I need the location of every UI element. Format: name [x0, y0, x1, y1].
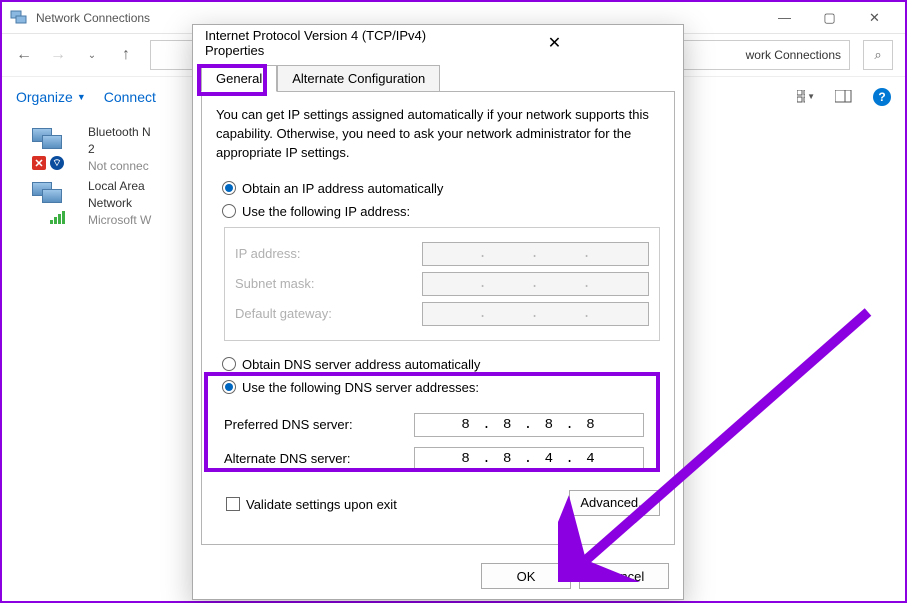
connection-line2: Network: [88, 195, 151, 212]
minimize-button[interactable]: —: [762, 4, 807, 32]
radio-use-following-dns[interactable]: Use the following DNS server addresses:: [222, 380, 660, 395]
help-icon[interactable]: ?: [873, 88, 891, 106]
default-gateway-label: Default gateway:: [235, 306, 422, 321]
hint-text: You can get IP settings assigned automat…: [216, 106, 660, 163]
tab-row: General Alternate Configuration: [193, 61, 683, 91]
signal-badge-icon: [50, 211, 65, 224]
window-title: Network Connections: [36, 11, 762, 25]
radio-icon: [222, 204, 236, 218]
tab-general[interactable]: General: [201, 65, 277, 92]
subnet-mask-input: . . .: [422, 272, 649, 296]
dialog-titlebar: Internet Protocol Version 4 (TCP/IPv4) P…: [193, 25, 683, 61]
tab-alternate-configuration[interactable]: Alternate Configuration: [277, 65, 440, 92]
dns-fields-group: Preferred DNS server: 8 . 8 . 8 . 8 Alte…: [224, 403, 652, 481]
connection-status: Microsoft W: [88, 212, 151, 229]
connection-icon: ✕ ⌔: [30, 124, 78, 172]
connection-line2: 2: [88, 141, 151, 158]
dialog-close-button[interactable]: ✕: [438, 33, 671, 53]
alternate-dns-label: Alternate DNS server:: [224, 451, 414, 466]
tab-panel: You can get IP settings assigned automat…: [201, 91, 675, 545]
maximize-button[interactable]: ▢: [807, 4, 852, 32]
cancel-button[interactable]: Cancel: [579, 563, 669, 589]
view-icons-button[interactable]: ▼: [797, 88, 815, 106]
preview-pane-button[interactable]: [835, 88, 853, 106]
connection-name: Local Area: [88, 178, 151, 195]
connect-button[interactable]: Connect: [104, 89, 156, 105]
bluetooth-badge-icon: ⌔: [50, 156, 64, 170]
dialog-buttons: OK Cancel: [193, 553, 683, 599]
window-icon: [10, 9, 28, 27]
ip-address-input: . . .: [422, 242, 649, 266]
dialog-title: Internet Protocol Version 4 (TCP/IPv4) P…: [205, 28, 438, 58]
default-gateway-input: . . .: [422, 302, 649, 326]
connection-name: Bluetooth N: [88, 124, 151, 141]
connection-icon: [30, 178, 78, 226]
radio-obtain-dns-auto[interactable]: Obtain DNS server address automatically: [222, 357, 660, 372]
subnet-mask-label: Subnet mask:: [235, 276, 422, 291]
radio-icon: [222, 181, 236, 195]
ipv4-properties-dialog: Internet Protocol Version 4 (TCP/IPv4) P…: [192, 24, 684, 600]
radio-obtain-ip-auto[interactable]: Obtain an IP address automatically: [222, 181, 660, 196]
organize-menu[interactable]: Organize▼: [16, 89, 86, 105]
radio-icon: [222, 357, 236, 371]
address-text: work Connections: [746, 48, 841, 62]
forward-button[interactable]: →: [48, 45, 68, 65]
back-button[interactable]: ←: [14, 45, 34, 65]
up-button[interactable]: ↑: [116, 45, 136, 65]
connection-status: Not connec: [88, 158, 151, 175]
close-window-button[interactable]: ✕: [852, 4, 897, 32]
alternate-dns-input[interactable]: 8 . 8 . 4 . 4: [414, 447, 644, 471]
disabled-badge-icon: ✕: [32, 156, 46, 170]
ip-address-label: IP address:: [235, 246, 422, 261]
preferred-dns-input[interactable]: 8 . 8 . 8 . 8: [414, 413, 644, 437]
ip-fields-group: IP address: . . . Subnet mask: . . . Def…: [224, 227, 660, 341]
radio-icon: [222, 380, 236, 394]
ok-button[interactable]: OK: [481, 563, 571, 589]
search-button[interactable]: ⌕: [863, 40, 893, 70]
preferred-dns-label: Preferred DNS server:: [224, 417, 414, 432]
history-dropdown[interactable]: ⌄: [82, 45, 102, 65]
search-icon: ⌕: [874, 47, 881, 63]
radio-use-following-ip[interactable]: Use the following IP address:: [222, 204, 660, 219]
advanced-button[interactable]: Advanced...: [569, 490, 660, 516]
